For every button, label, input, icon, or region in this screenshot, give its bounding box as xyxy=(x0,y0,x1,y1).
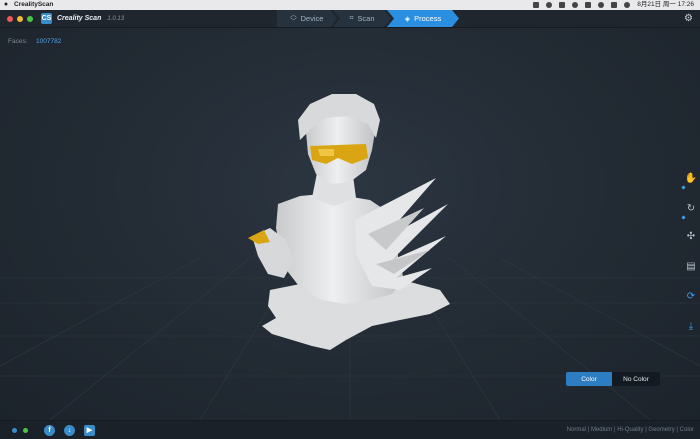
color-mode-toggle: Color No Color xyxy=(566,372,660,386)
scanned-model[interactable] xyxy=(0,28,700,420)
status-icon[interactable] xyxy=(559,2,566,8)
status-icon[interactable] xyxy=(585,2,592,8)
no-color-button[interactable]: No Color xyxy=(612,372,660,386)
search-icon[interactable] xyxy=(611,2,618,8)
hand-icon[interactable]: ✋ xyxy=(685,172,697,184)
transform-icon[interactable]: ✣ xyxy=(685,230,697,242)
close-window-button[interactable] xyxy=(7,15,13,22)
process-icon: ◈ xyxy=(404,15,411,23)
app-logo: CS xyxy=(41,13,52,24)
mode-tabs: ⬭ Device ⌗ Scan ◈ Process xyxy=(277,10,455,27)
menubar-status-area: 8月21日 周一 17:26 xyxy=(533,0,700,10)
device-icon: ⬭ xyxy=(290,14,297,22)
menubar-clock[interactable]: 8月21日 周一 17:26 xyxy=(637,0,694,10)
3d-viewport[interactable]: Faces: 1007782 ✋ ↻ ✣ ▤ ⟳ ⤓ Color No Colo… xyxy=(0,28,700,420)
status-icon[interactable] xyxy=(572,2,579,8)
status-icon[interactable] xyxy=(546,2,553,8)
control-center-icon[interactable] xyxy=(624,2,631,8)
download-icon[interactable]: ⤓ xyxy=(685,320,697,332)
video-icon[interactable]: ▶ xyxy=(84,424,95,436)
scan-icon: ⌗ xyxy=(349,14,354,22)
refresh-icon[interactable]: ⟳ xyxy=(685,290,697,302)
wifi-icon[interactable] xyxy=(598,2,605,8)
tab-scan-label: Scan xyxy=(357,14,375,23)
tab-process-label: Process xyxy=(414,14,442,23)
status-dot xyxy=(23,427,28,433)
system-menubar: ● CrealityScan 8月21日 周一 17:26 xyxy=(0,0,700,10)
color-button[interactable]: Color xyxy=(566,372,612,386)
download-app-icon[interactable]: ↓ xyxy=(64,424,75,436)
tab-device-label: Device xyxy=(300,14,324,23)
measure-icon[interactable]: ▤ xyxy=(685,260,697,272)
rotate-icon[interactable]: ↻ xyxy=(685,202,697,214)
apple-icon[interactable]: ● xyxy=(0,0,12,10)
bottom-bar: f ↓ ▶ Normal | Medium | Hi-Quality | Geo… xyxy=(0,420,700,439)
minimize-window-button[interactable] xyxy=(17,15,23,22)
tab-scan[interactable]: ⌗ Scan xyxy=(333,10,391,27)
menubar-app-name[interactable]: CrealityScan xyxy=(14,0,53,10)
render-mode-selector[interactable]: Normal | Medium | Hi-Quality | Geometry … xyxy=(567,427,694,433)
zoom-window-button[interactable] xyxy=(27,15,33,22)
tab-process[interactable]: ◈ Process xyxy=(387,10,459,27)
status-icon[interactable] xyxy=(533,2,540,8)
app-title: Creality Scan xyxy=(57,15,102,22)
tab-device[interactable]: ⬭ Device xyxy=(277,10,337,27)
app-version: 1.0.13 xyxy=(107,15,125,22)
status-dot xyxy=(12,427,17,433)
gear-icon[interactable]: ⚙ xyxy=(684,13,693,24)
facebook-icon[interactable]: f xyxy=(44,424,55,436)
app-titlebar: CS Creality Scan 1.0.13 ⬭ Device ⌗ Scan … xyxy=(0,10,700,28)
